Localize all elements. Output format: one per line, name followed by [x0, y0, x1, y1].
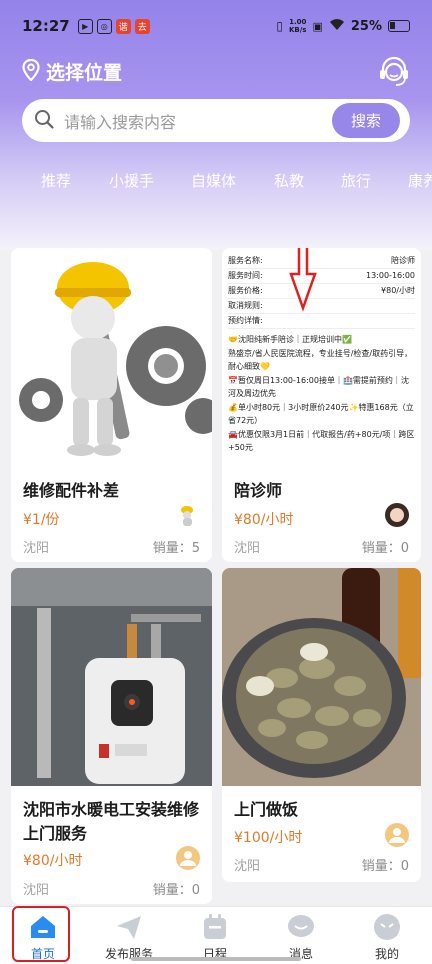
status-time: 12:27: [22, 17, 70, 35]
info-key: 预约详情:: [228, 316, 263, 325]
home-indicator: [131, 957, 301, 961]
user-avatar-icon: [385, 503, 409, 527]
info-desc: 💰单小时80元｜3小时原价240元✨特惠168元（立省72元）: [228, 402, 414, 426]
card-title: 沈阳市水暖电工安装维修上门服务: [23, 800, 200, 843]
tab-helper[interactable]: 小援手: [109, 170, 154, 191]
app-badge-2: 去: [134, 18, 150, 34]
card-price: ¥1/份: [23, 512, 60, 528]
nav-schedule[interactable]: 日程: [172, 907, 258, 964]
nav-messages[interactable]: 消息: [258, 907, 344, 964]
network-speed: 1.00 KB/s: [288, 18, 307, 34]
default-avatar-icon: [176, 846, 200, 870]
card-city: 沈阳: [23, 541, 50, 556]
info-value: 13:00-16:00: [366, 271, 415, 280]
info-value: ¥80/小时: [381, 286, 415, 295]
info-value: 陪诊师: [391, 256, 415, 265]
info-key: 服务名称:: [228, 256, 263, 265]
card-price: ¥100/小时: [234, 830, 303, 846]
search-bar[interactable]: 请输入搜索内容 搜索: [22, 99, 410, 142]
app-icon: ◎: [96, 18, 112, 34]
card-title: 维修配件补差: [23, 481, 120, 500]
location-label: 选择位置: [46, 62, 123, 84]
status-bar: 12:27 ▶ ◎ 谐 去 ▯ 1.00 KB/s ▣ 25%: [0, 0, 432, 52]
tab-coach[interactable]: 私教: [274, 170, 304, 191]
product-card[interactable]: 维修配件补差 ¥1/份 沈阳 销量：5: [11, 248, 212, 562]
card-image: 服务名称: 陪诊师 服务时间: 13:00-16:00 服务价格: ¥80/小时 取消…: [222, 248, 421, 466]
card-image: [11, 568, 212, 786]
sim-icon: ▣: [312, 19, 323, 33]
category-tabs: 推荐 小援手 自媒体 私教 旅行 康养: [0, 166, 432, 198]
customer-service-icon[interactable]: [376, 54, 412, 90]
card-title: 上门做饭: [234, 800, 299, 819]
search-icon: [34, 109, 54, 133]
message-icon: [286, 912, 316, 942]
app-badge-1: 谐: [115, 18, 131, 34]
card-sales: 销量：0: [152, 883, 200, 898]
info-desc: 📅暂仅周日13:00-16:00接单｜🏥需提前预约｜沈河及周边优先: [228, 375, 409, 399]
calendar-icon: [200, 912, 230, 942]
battery-text: 25%: [350, 18, 382, 34]
product-card[interactable]: 服务名称: 陪诊师 服务时间: 13:00-16:00 服务价格: ¥80/小时 取消…: [222, 248, 421, 562]
card-image: [222, 568, 421, 786]
info-desc: 熟盛京/省人民医院流程，专业挂号/检查/取药引导，耐心细致💛: [228, 348, 413, 372]
card-price: ¥80/小时: [23, 853, 83, 869]
search-button[interactable]: 搜索: [332, 103, 400, 138]
product-card[interactable]: 沈阳市水暖电工安装维修上门服务 ¥80/小时 沈阳 销量：0: [11, 568, 212, 904]
tab-travel[interactable]: 旅行: [341, 170, 371, 191]
product-card[interactable]: 上门做饭 ¥100/小时 沈阳 销量：0: [222, 568, 421, 882]
send-icon: [114, 912, 144, 942]
worker-avatar-icon: [176, 504, 200, 528]
info-key: 服务时间:: [228, 271, 263, 280]
location-selector[interactable]: 选择位置: [22, 58, 122, 85]
card-sales: 销量：0: [361, 541, 409, 556]
nav-profile[interactable]: 我的: [344, 907, 430, 964]
wifi-icon: [329, 18, 345, 35]
info-desc: 🚘优惠仅限3月1日前｜代取报告/药+80元/项｜跨区+50元: [228, 429, 415, 453]
nav-publish[interactable]: 发布服务: [86, 907, 172, 964]
location-pin-icon: [22, 58, 40, 85]
tab-wellness[interactable]: 康养: [408, 170, 432, 191]
info-desc: 🤝沈阳纯新手陪诊｜正规培训中✅: [228, 335, 352, 344]
vibrate-icon: ▯: [276, 19, 283, 33]
card-city: 沈阳: [234, 541, 261, 556]
selection-highlight: [12, 906, 70, 962]
battery-icon: [388, 20, 410, 32]
card-sales: 销量：5: [152, 541, 200, 556]
search-input[interactable]: 请输入搜索内容: [64, 109, 176, 133]
info-key: 服务价格:: [228, 286, 263, 295]
card-city: 沈阳: [234, 859, 261, 874]
info-key: 取消规则:: [228, 301, 263, 310]
default-avatar-icon: [385, 823, 409, 847]
card-sales: 销量：0: [361, 859, 409, 874]
card-price: ¥80/小时: [234, 512, 294, 528]
nav-label: 我的: [374, 947, 399, 961]
tab-recommend[interactable]: 推荐: [41, 170, 71, 191]
red-arrow-icon: [289, 248, 317, 312]
tab-media[interactable]: 自媒体: [191, 170, 236, 191]
card-title: 陪诊师: [234, 481, 283, 500]
card-city: 沈阳: [23, 883, 50, 898]
profile-icon: [372, 912, 402, 942]
card-image: [11, 248, 212, 466]
play-icon: ▶: [77, 18, 93, 34]
